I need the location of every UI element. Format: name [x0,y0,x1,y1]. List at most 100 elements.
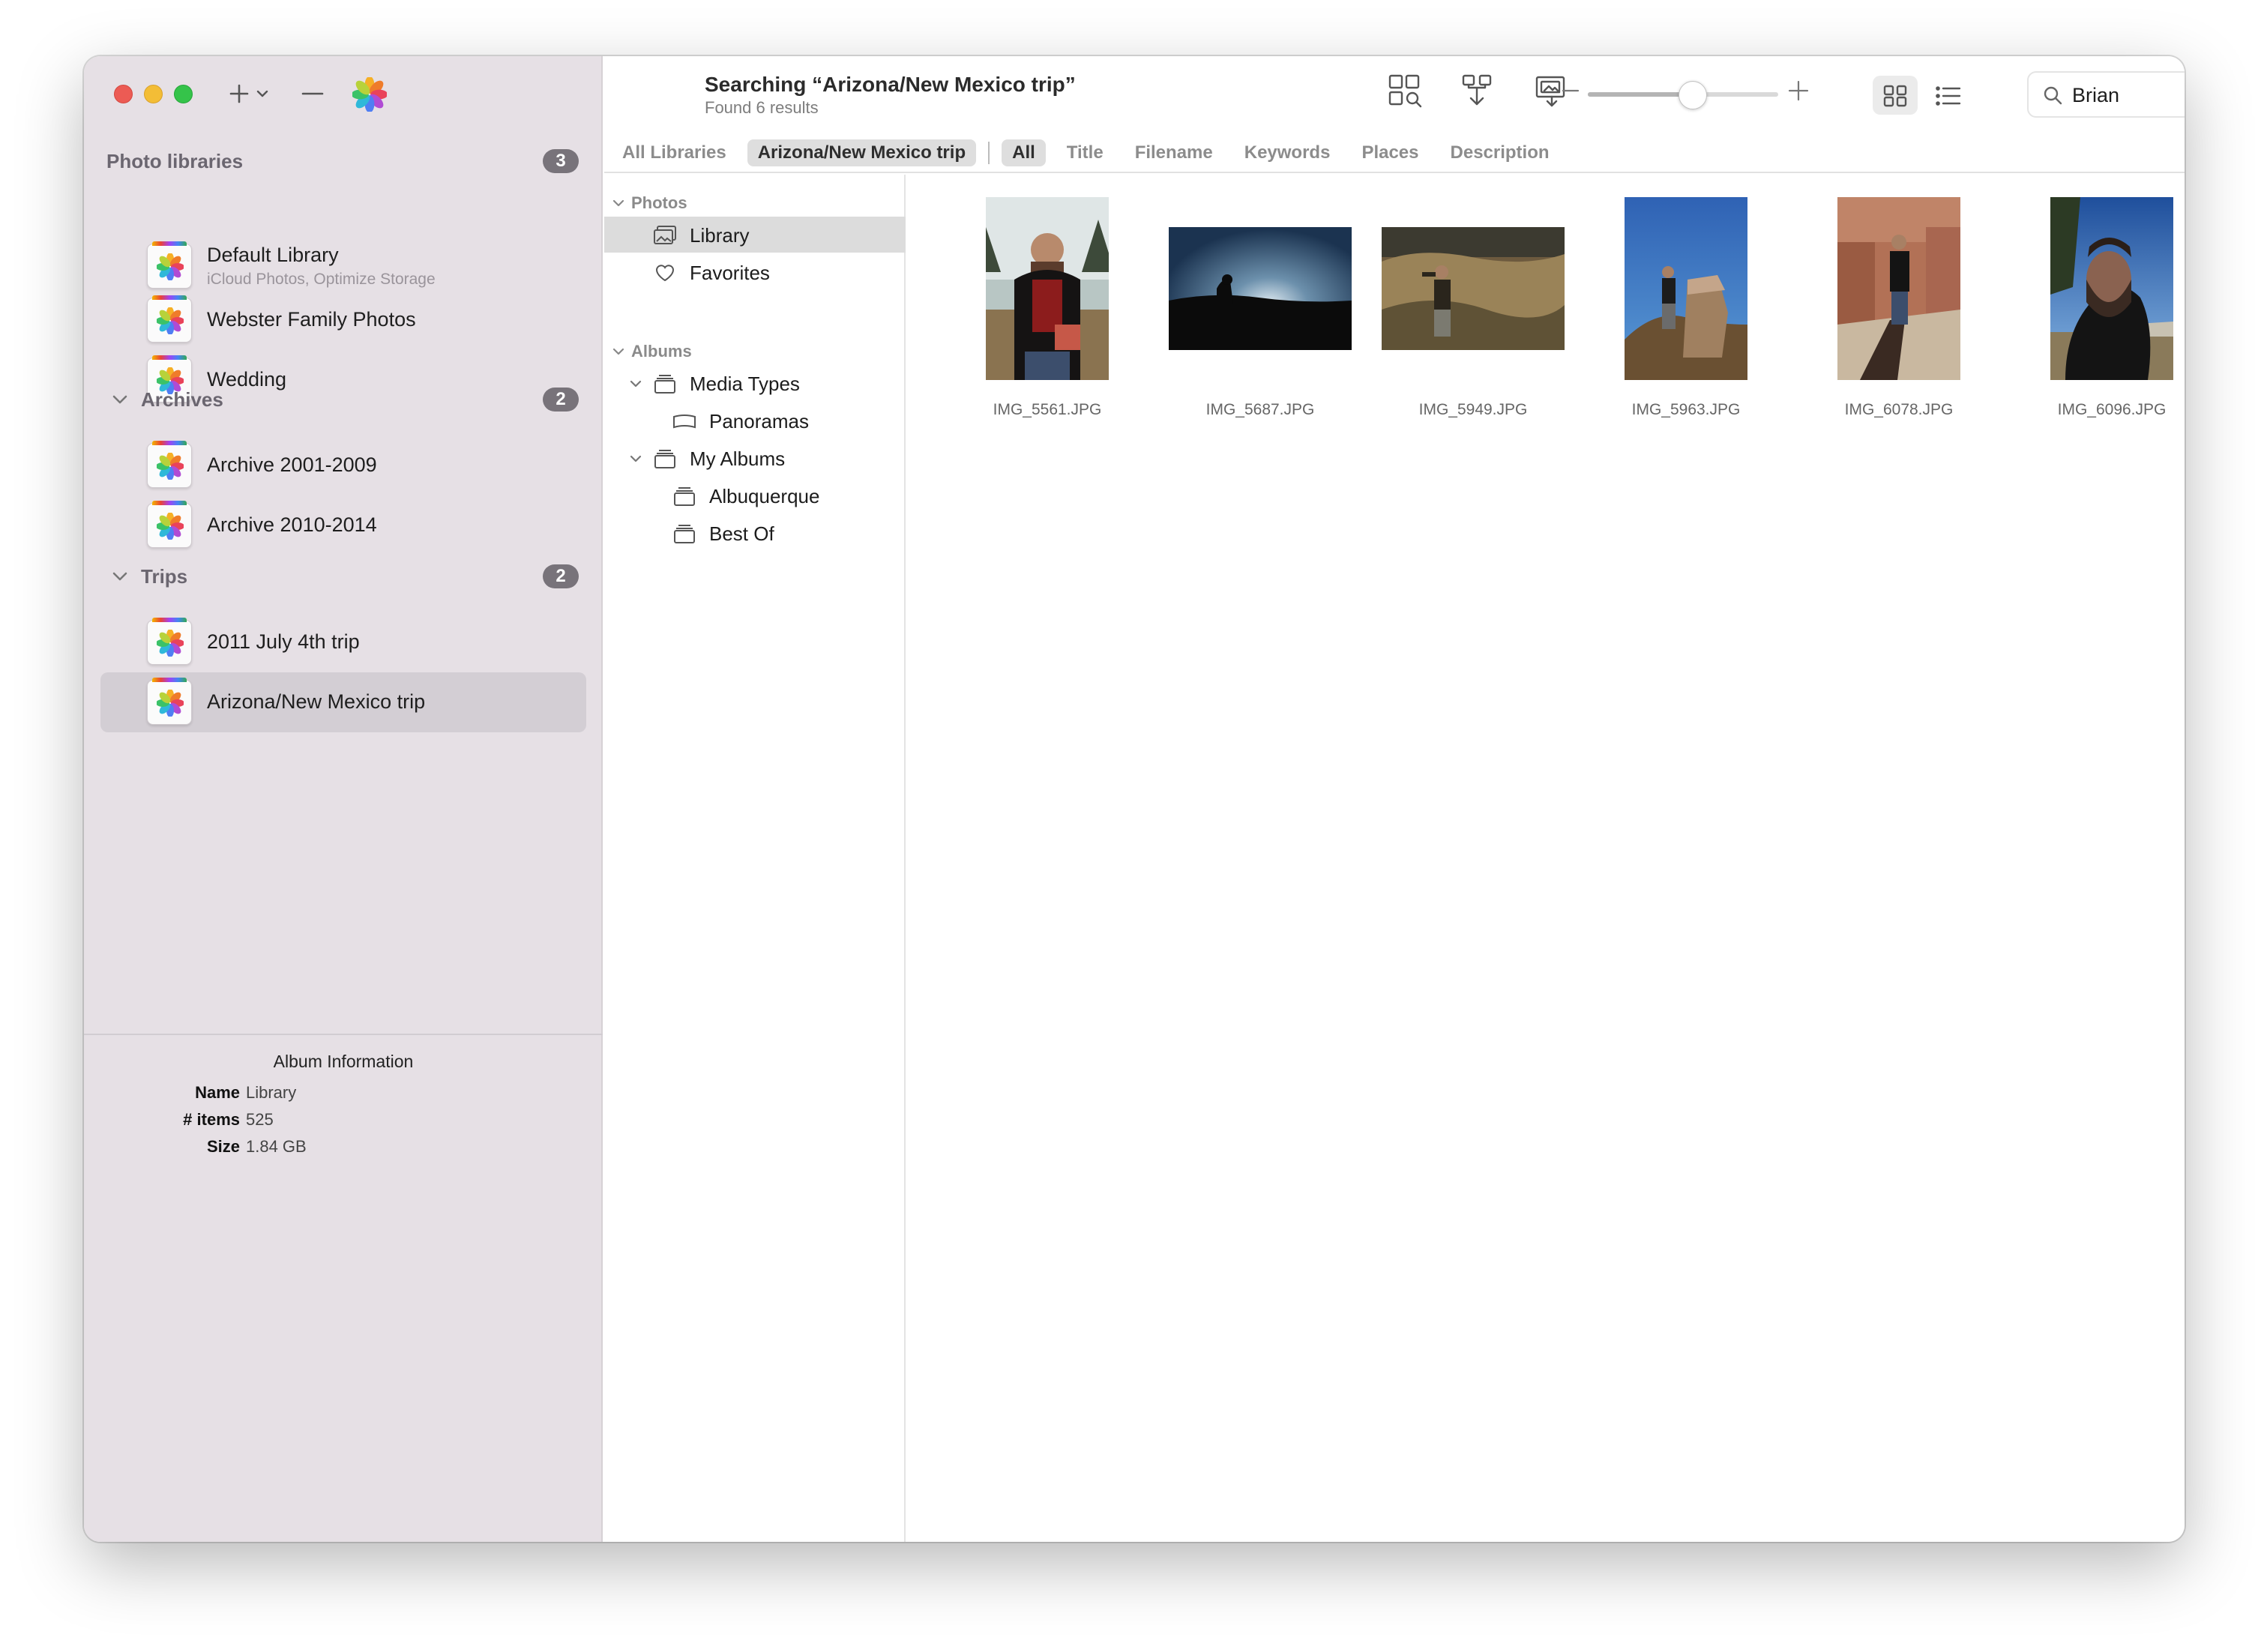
remove-library-button[interactable] [294,76,331,112]
group-label: Photos [631,193,687,212]
photo-item[interactable]: IMG_5561.JPG [941,175,1154,452]
photo-item[interactable]: IMG_5687.JPG [1154,175,1367,452]
album-information-title: Album Information [273,1052,414,1071]
search-field[interactable] [2027,71,2185,118]
chevron-down-icon[interactable] [106,386,133,413]
close-window-button[interactable] [114,85,133,103]
chevron-down-icon[interactable] [627,375,645,393]
group-label: Albums [631,342,692,361]
library-label: Webster Family Photos [207,308,416,331]
source-label: Albuquerque [709,485,820,507]
chevron-down-icon[interactable] [609,193,628,213]
section-photo-libraries[interactable]: Photo libraries 3 [106,145,579,178]
minimize-window-button[interactable] [144,85,163,103]
photo-thumbnail[interactable] [1169,227,1352,350]
chevron-down-icon[interactable] [609,342,628,361]
source-item-my-albums[interactable]: My Albums [604,440,906,476]
photo-filename: IMG_6078.JPG [1844,401,1954,418]
photo-thumbnail[interactable] [2050,197,2173,380]
group-albums[interactable]: Albums [609,338,692,365]
photo-thumbnail[interactable] [986,197,1109,380]
list-view-icon [1936,86,1961,106]
field-description[interactable]: Description [1440,139,1560,166]
source-item-library[interactable]: Library [604,217,906,253]
photos-library-icon [147,441,192,488]
minus-icon [301,92,324,95]
library-sublabel: iCloud Photos, Optimize Storage [207,271,436,288]
source-list: Photos Library Favorites Albums Media Ty… [604,175,906,1542]
section-title: Photo libraries [106,149,244,172]
panorama-icon [673,414,696,429]
plus-icon [229,84,249,103]
section-trips[interactable]: Trips 2 [106,560,579,593]
source-item-media-types[interactable]: Media Types [604,365,906,401]
search-scope-bar: All Libraries Arizona/New Mexico trip Al… [604,134,2185,173]
library-item-default-library[interactable]: Default Library iCloud Photos, Optimize … [100,236,586,296]
field-keywords[interactable]: Keywords [1234,139,1341,166]
field-all[interactable]: All [1002,139,1046,166]
library-item-archive-2001-2009[interactable]: Archive 2001-2009 [100,435,586,495]
library-item-2011-july-4th-trip[interactable]: 2011 July 4th trip [100,612,586,672]
zoom-window-button[interactable] [174,85,193,103]
info-value: 525 [246,1110,274,1129]
zoom-in-icon[interactable] [1787,76,1810,106]
group-photos[interactable]: Photos [609,190,687,217]
info-value: 1.84 GB [246,1137,307,1156]
zoom-out-icon[interactable] [1561,76,1580,106]
scope-divider [988,142,990,164]
slider-thumb[interactable] [1678,81,1707,109]
chevron-down-icon[interactable] [106,563,133,590]
section-archives[interactable]: Archives 2 [106,383,579,416]
grid-view-button[interactable] [1873,76,1918,115]
info-value: Library [246,1083,297,1102]
photo-item[interactable]: IMG_5949.JPG [1367,175,1580,452]
search-status-title: Searching “Arizona/New Mexico trip” [705,73,1076,96]
move-down-button[interactable] [1456,70,1498,112]
browse-button[interactable] [1384,70,1426,112]
count-badge: 2 [543,388,579,412]
source-label: Media Types [690,373,800,395]
photos-library-icon [147,295,192,343]
photo-thumbnail[interactable] [1382,227,1565,350]
slider-fill [1588,92,1693,97]
app-window: Photo libraries 3 Default Library iCloud… [84,56,2185,1542]
photo-thumbnail[interactable] [1625,197,1747,380]
thumbnail-size-slider[interactable] [1588,81,1778,109]
info-key: Size [206,1137,240,1156]
grid-search-icon [1388,74,1422,108]
library-item-webster-family-photos[interactable]: Webster Family Photos [100,290,586,350]
source-label: My Albums [690,447,786,470]
search-results-count: Found 6 results [705,98,819,117]
source-label: Library [690,224,750,247]
photo-item[interactable]: IMG_5963.JPG [1580,175,1792,452]
info-row-size: Size 1.84 GB [84,1137,603,1161]
photo-item[interactable]: IMG_6078.JPG [1792,175,2005,452]
album-icon [674,487,695,506]
search-input[interactable] [2072,82,2185,109]
add-library-button[interactable] [228,76,280,112]
source-item-favorites[interactable]: Favorites [604,254,906,290]
source-item-panoramas[interactable]: Panoramas [604,403,906,438]
field-places[interactable]: Places [1351,139,1429,166]
library-label: Archive 2001-2009 [207,453,377,476]
source-item-best-of[interactable]: Best Of [604,515,906,551]
library-item-arizona-new-mexico-trip[interactable]: Arizona/New Mexico trip [100,672,586,732]
field-title[interactable]: Title [1056,139,1114,166]
chevron-down-icon[interactable] [627,450,645,468]
open-photos-button[interactable] [351,76,388,113]
info-row-items: # items 525 [84,1110,603,1134]
list-view-button[interactable] [1925,76,1970,115]
field-filename[interactable]: Filename [1125,139,1223,166]
sidebar: Photo libraries 3 Default Library iCloud… [84,56,603,1542]
photos-library-icon [147,678,192,725]
scope-current-library[interactable]: Arizona/New Mexico trip [747,139,977,166]
photo-item[interactable]: IMG_6096.JPG [2005,175,2185,452]
photos-app-icon [351,76,388,113]
photo-library-icon [654,226,676,244]
photo-grid: IMG_5561.JPG IMG_5687.JPG IMG_5949.JPG I… [907,175,2185,1542]
photo-filename: IMG_5561.JPG [993,401,1102,418]
scope-all-libraries[interactable]: All Libraries [612,139,737,166]
source-item-albuquerque[interactable]: Albuquerque [604,477,906,513]
photo-thumbnail[interactable] [1837,197,1960,380]
library-item-archive-2010-2014[interactable]: Archive 2010-2014 [100,495,586,555]
